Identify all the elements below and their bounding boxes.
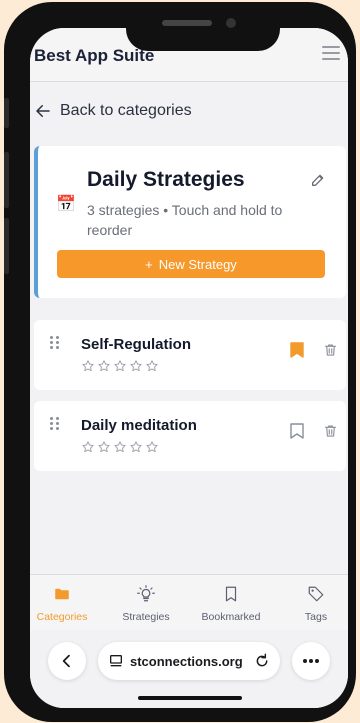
new-strategy-button[interactable]: + New Strategy	[57, 250, 325, 278]
star-icon[interactable]	[145, 359, 159, 373]
mute-switch	[4, 98, 9, 128]
star-icon[interactable]	[129, 359, 143, 373]
home-indicator	[138, 696, 242, 700]
reload-icon[interactable]	[254, 653, 270, 669]
bookmark-icon	[225, 586, 237, 602]
url-text: stconnections.org	[130, 653, 243, 669]
front-camera	[226, 18, 236, 28]
plus-icon: +	[145, 256, 153, 272]
trash-icon[interactable]	[323, 423, 338, 439]
bookmark-filled-icon[interactable]	[290, 342, 304, 358]
star-icon[interactable]	[113, 440, 127, 454]
drag-handle-icon[interactable]	[50, 336, 60, 350]
bookmark-outline-icon[interactable]	[290, 423, 304, 439]
volume-down-button	[4, 218, 9, 274]
browser-back-button[interactable]	[48, 642, 86, 680]
phone-frame: Best App Suite Back to categories 📅 Dail…	[4, 2, 356, 722]
folder-icon	[55, 588, 69, 600]
calendar-icon: 📅	[56, 196, 76, 213]
tab-label: Bookmarked	[201, 611, 261, 623]
tab-label: Categories	[36, 611, 88, 623]
strategy-item[interactable]: Daily meditation	[34, 401, 346, 471]
strategy-item[interactable]: Self-Regulation	[34, 320, 346, 390]
strategy-name: Daily meditation	[81, 417, 197, 434]
tab-strategies[interactable]: Strategies	[106, 585, 186, 625]
tab-label: Tags	[304, 611, 328, 623]
tab-categories[interactable]: Categories	[30, 585, 102, 625]
url-bar[interactable]: stconnections.org	[98, 642, 280, 680]
star-rating[interactable]	[81, 440, 159, 454]
lightbulb-icon	[137, 585, 155, 602]
tag-icon	[308, 586, 324, 602]
tab-tags[interactable]: Tags	[276, 585, 348, 625]
drag-handle-icon[interactable]	[50, 417, 60, 431]
back-to-categories-link[interactable]: Back to categories	[34, 102, 192, 120]
speaker	[162, 20, 212, 26]
star-icon[interactable]	[81, 440, 95, 454]
category-description: 3 strategies • Touch and hold to reorder	[87, 202, 283, 238]
tab-label: Strategies	[122, 611, 170, 623]
volume-up-button	[4, 152, 9, 208]
trash-icon[interactable]	[323, 342, 338, 358]
star-icon[interactable]	[113, 359, 127, 373]
hamburger-menu-icon[interactable]	[322, 46, 340, 60]
screen: Best App Suite Back to categories 📅 Dail…	[30, 28, 348, 708]
tab-bookmarked[interactable]: Bookmarked	[191, 585, 271, 625]
star-rating[interactable]	[81, 359, 159, 373]
star-icon[interactable]	[129, 440, 143, 454]
star-icon[interactable]	[145, 440, 159, 454]
star-icon[interactable]	[97, 440, 111, 454]
app-title: Best App Suite	[34, 46, 155, 65]
category-card: 📅 Daily Strategies 3 strategies • Touch …	[34, 146, 346, 298]
arrow-left-icon	[36, 105, 50, 117]
category-title: Daily Strategies	[87, 168, 245, 191]
star-icon[interactable]	[97, 359, 111, 373]
reader-mode-icon[interactable]	[108, 653, 124, 669]
bottom-tab-bar: Categories Strategies Bookmarked Tags	[30, 574, 348, 630]
star-icon[interactable]	[81, 359, 95, 373]
strategy-name: Self-Regulation	[81, 336, 192, 353]
new-strategy-label: New Strategy	[158, 256, 237, 272]
chevron-left-icon	[62, 654, 70, 668]
edit-icon[interactable]	[310, 172, 326, 188]
back-label: Back to categories	[60, 102, 192, 119]
notch	[126, 4, 280, 51]
more-dots-icon	[303, 659, 319, 663]
more-options-button[interactable]	[292, 642, 330, 680]
